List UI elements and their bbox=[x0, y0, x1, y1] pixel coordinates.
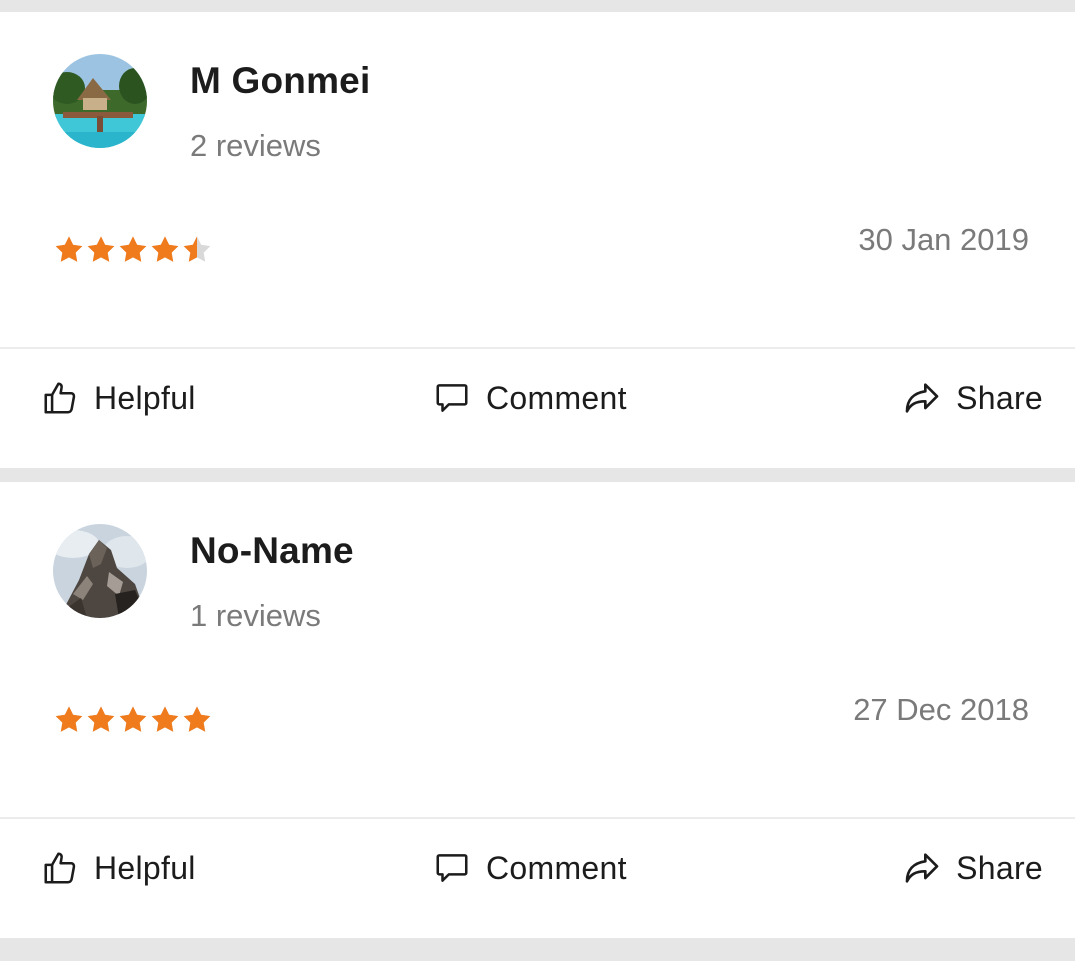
star-rating-graphic bbox=[55, 236, 211, 262]
star-icon bbox=[151, 706, 179, 732]
review-card: M Gonmei 2 reviews 30 Jan 2019 Helpful C… bbox=[0, 12, 1075, 468]
review-count: 1 reviews bbox=[190, 598, 321, 633]
comment-label: Comment bbox=[486, 849, 627, 886]
share-button[interactable]: Share bbox=[902, 846, 1043, 890]
share-arrow-icon bbox=[902, 848, 942, 888]
review-card: No-Name 1 reviews 27 Dec 2018 Helpful Co… bbox=[0, 482, 1075, 938]
star-icon bbox=[55, 706, 83, 732]
star-icon bbox=[87, 236, 115, 262]
star-rating bbox=[53, 704, 213, 740]
thumbs-up-icon bbox=[40, 848, 80, 888]
helpful-label: Helpful bbox=[94, 849, 196, 886]
review-date: 27 Dec 2018 bbox=[853, 692, 1029, 727]
avatar[interactable] bbox=[53, 524, 147, 618]
divider bbox=[0, 817, 1075, 819]
comment-button[interactable]: Comment bbox=[432, 376, 627, 420]
reviews-feed: M Gonmei 2 reviews 30 Jan 2019 Helpful C… bbox=[0, 0, 1075, 961]
speech-bubble-icon bbox=[432, 378, 472, 418]
star-icon bbox=[183, 236, 211, 262]
helpful-button[interactable]: Helpful bbox=[40, 376, 196, 420]
star-icon bbox=[183, 706, 211, 732]
divider bbox=[0, 347, 1075, 349]
star-icon bbox=[55, 236, 83, 262]
star-icon bbox=[119, 706, 147, 732]
share-button[interactable]: Share bbox=[902, 376, 1043, 420]
review-count: 2 reviews bbox=[190, 128, 321, 163]
share-arrow-icon bbox=[902, 378, 942, 418]
star-rating bbox=[53, 234, 213, 270]
speech-bubble-icon bbox=[432, 848, 472, 888]
comment-label: Comment bbox=[486, 379, 627, 416]
avatar[interactable] bbox=[53, 54, 147, 148]
beach-resort-photo bbox=[53, 54, 147, 148]
reviewer-name[interactable]: M Gonmei bbox=[190, 60, 370, 102]
star-icon bbox=[119, 236, 147, 262]
share-label: Share bbox=[956, 379, 1043, 416]
share-label: Share bbox=[956, 849, 1043, 886]
review-date: 30 Jan 2019 bbox=[858, 222, 1029, 257]
star-icon bbox=[151, 236, 179, 262]
thumbs-up-icon bbox=[40, 378, 80, 418]
mountain-peak-photo bbox=[53, 524, 147, 618]
reviewer-name[interactable]: No-Name bbox=[190, 530, 354, 572]
comment-button[interactable]: Comment bbox=[432, 846, 627, 890]
helpful-label: Helpful bbox=[94, 379, 196, 416]
star-rating-graphic bbox=[55, 706, 211, 732]
helpful-button[interactable]: Helpful bbox=[40, 846, 196, 890]
star-icon bbox=[87, 706, 115, 732]
